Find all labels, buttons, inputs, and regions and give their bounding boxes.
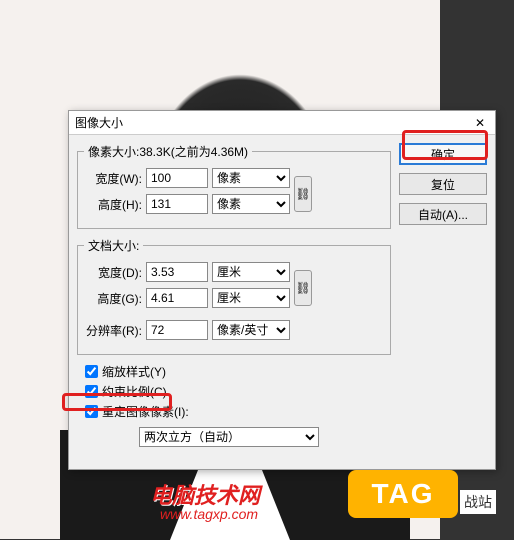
resample-label: 重定图像像素(I):	[102, 403, 189, 420]
close-icon[interactable]: ✕	[471, 116, 489, 130]
constrain-label: 约束比例(C)	[102, 383, 167, 400]
link-icon[interactable]: ⛓	[294, 270, 312, 306]
dialog-right-panel: 确定 复位 自动(A)...	[399, 143, 487, 447]
resolution-unit-select[interactable]: 像素/英寸	[212, 320, 290, 340]
px-width-input[interactable]	[146, 168, 208, 188]
doc-height-unit-select[interactable]: 厘米	[212, 288, 290, 308]
ok-button[interactable]: 确定	[399, 143, 487, 165]
px-height-label: 高度(H):	[84, 196, 142, 213]
dialog-title: 图像大小	[75, 114, 123, 131]
scale-styles-checkbox[interactable]	[85, 365, 98, 378]
px-width-label: 宽度(W):	[84, 170, 142, 187]
resample-checkbox[interactable]	[85, 405, 98, 418]
doc-height-input[interactable]	[146, 288, 208, 308]
px-height-input[interactable]	[146, 194, 208, 214]
image-size-dialog: 图像大小 ✕ 像素大小:38.3K(之前为4.36M) 宽度(W): 像素 高度…	[68, 110, 496, 470]
pixel-dims-legend: 像素大小:38.3K(之前为4.36M)	[84, 143, 252, 160]
doc-size-legend: 文档大小:	[84, 237, 143, 254]
link-icon[interactable]: ⛓	[294, 176, 312, 212]
px-height-unit-select[interactable]: 像素	[212, 194, 290, 214]
tag-suffix: 战站	[460, 490, 496, 514]
resolution-input[interactable]	[146, 320, 208, 340]
resample-method-select[interactable]: 两次立方（自动）	[139, 427, 319, 447]
doc-height-label: 高度(G):	[84, 290, 142, 307]
doc-width-label: 宽度(D):	[84, 264, 142, 281]
tag-badge: TAG	[348, 470, 458, 518]
scale-styles-label: 缩放样式(Y)	[102, 363, 166, 380]
pixel-dimensions-group: 像素大小:38.3K(之前为4.36M) 宽度(W): 像素 高度(H): 像素	[77, 143, 391, 229]
document-size-group: 文档大小: 宽度(D): 厘米 高度(G): 厘米	[77, 237, 391, 355]
auto-button[interactable]: 自动(A)...	[399, 203, 487, 225]
dialog-titlebar: 图像大小 ✕	[69, 111, 495, 135]
doc-width-unit-select[interactable]: 厘米	[212, 262, 290, 282]
reset-button[interactable]: 复位	[399, 173, 487, 195]
resolution-label: 分辨率(R):	[84, 322, 142, 339]
doc-width-input[interactable]	[146, 262, 208, 282]
constrain-proportions-checkbox[interactable]	[85, 385, 98, 398]
watermark-url: www.tagxp.com	[160, 506, 258, 522]
dialog-left-panel: 像素大小:38.3K(之前为4.36M) 宽度(W): 像素 高度(H): 像素	[77, 143, 391, 447]
px-width-unit-select[interactable]: 像素	[212, 168, 290, 188]
